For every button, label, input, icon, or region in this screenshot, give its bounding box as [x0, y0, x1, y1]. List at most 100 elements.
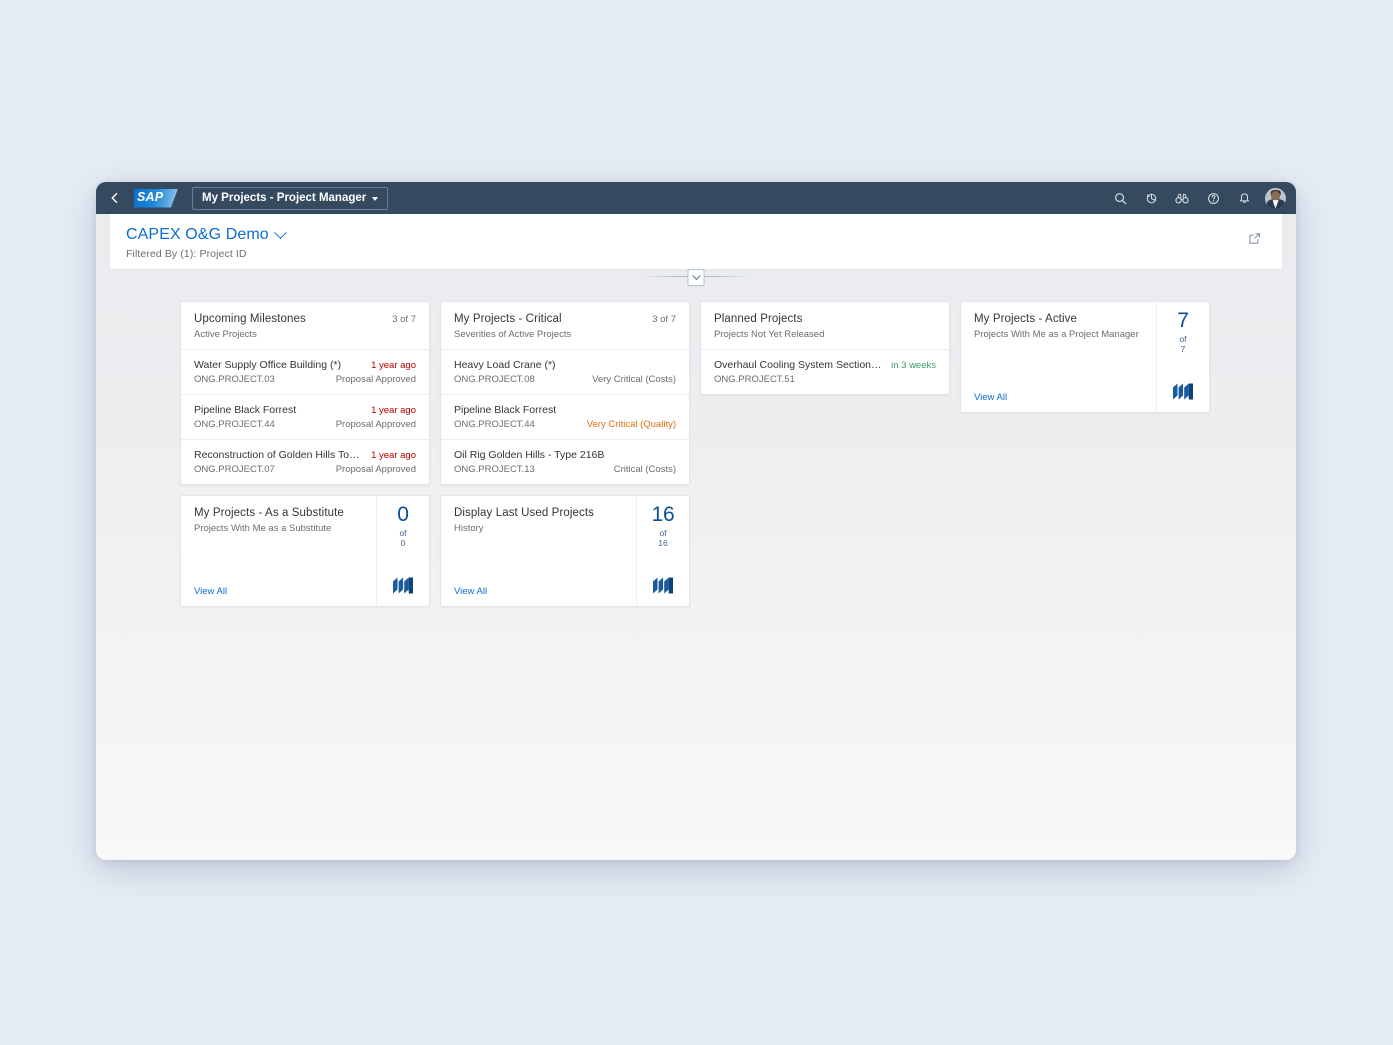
tile-my-projects-substitute[interactable]: My Projects - As a Substitute Projects W…: [180, 495, 430, 607]
list-item[interactable]: Overhaul Cooling System Section 2... in …: [701, 350, 949, 394]
list-item[interactable]: Pipeline Black Forrest 1 year ago ONG.PR…: [181, 395, 429, 440]
shell-bar: SAP My Projects - Project Manager: [96, 182, 1296, 214]
list-item-primary: Oil Rig Golden Hills - Type 216B: [454, 449, 676, 461]
sap-logo-text: SAP: [137, 189, 164, 204]
page-header-title-row: CAPEX O&G Demo Filtered By (1): Project …: [126, 225, 1266, 260]
list-item-primary: Pipeline Black Forrest: [454, 404, 676, 416]
due-label: 1 year ago: [371, 405, 416, 416]
tile-subtitle: History: [454, 523, 484, 534]
view-all-link[interactable]: View All: [454, 586, 487, 597]
tile-planned-projects[interactable]: Planned Projects Projects Not Yet Releas…: [700, 301, 950, 395]
tile-header: My Projects - Critical 3 of 7 Severities…: [441, 302, 689, 350]
avatar[interactable]: [1265, 187, 1286, 209]
app-title-menu[interactable]: My Projects - Project Manager: [192, 186, 389, 210]
project-id: ONG.PROJECT.44: [194, 419, 275, 430]
project-stack-icon: [392, 576, 414, 596]
tile-header-row: My Projects - Critical 3 of 7: [454, 313, 676, 325]
project-status: Proposal Approved: [335, 419, 416, 430]
tile-body: My Projects - Active Projects With Me as…: [961, 302, 1156, 412]
shell-actions: [1107, 185, 1286, 211]
tile-subtitle: Severities of Active Projects: [454, 329, 572, 340]
project-status: Proposal Approved: [335, 464, 416, 475]
tile-subtitle: Projects With Me as a Substitute: [194, 523, 332, 534]
dynamic-page-header: CAPEX O&G Demo Filtered By (1): Project …: [110, 214, 1282, 269]
project-name: Reconstruction of Golden Hills Towe...: [194, 449, 364, 461]
list-item[interactable]: Heavy Load Crane (*) ONG.PROJECT.08 Very…: [441, 350, 689, 395]
tile-kpi-panel: 16 of 16: [636, 496, 689, 606]
project-name: Water Supply Office Building (*): [194, 359, 342, 371]
kpi-of-label: of: [659, 528, 667, 538]
due-label: 1 year ago: [371, 450, 416, 461]
copilot-icon[interactable]: [1138, 185, 1164, 211]
view-all-link[interactable]: View All: [194, 586, 227, 597]
tile-title: Planned Projects: [714, 313, 803, 325]
tile-container: Upcoming Milestones 3 of 7 Active Projec…: [96, 285, 1296, 607]
tile-count: 3 of 7: [392, 314, 416, 325]
back-button[interactable]: [102, 185, 128, 211]
view-all-link[interactable]: View All: [974, 392, 1007, 403]
list-item[interactable]: Pipeline Black Forrest ONG.PROJECT.44 Ve…: [441, 395, 689, 440]
header-collapse-bar: [110, 269, 1282, 286]
tile-body: Display Last Used Projects History View …: [441, 496, 636, 606]
tile-header-row: Upcoming Milestones 3 of 7: [194, 313, 416, 325]
search-icon[interactable]: [1107, 185, 1133, 211]
list-item-secondary: ONG.PROJECT.51: [714, 374, 936, 385]
tile-kpi-panel: 0 of 0: [376, 496, 429, 606]
project-status: Very Critical (Quality): [586, 419, 676, 430]
list-item-primary: Heavy Load Crane (*): [454, 359, 676, 371]
page-title-selector[interactable]: CAPEX O&G Demo: [126, 225, 287, 244]
due-label: in 3 weeks: [891, 360, 936, 371]
project-id: ONG.PROJECT.03: [194, 374, 275, 385]
project-name: Heavy Load Crane (*): [454, 359, 556, 371]
kpi-value: 0: [397, 503, 409, 526]
project-id: ONG.PROJECT.44: [454, 419, 535, 430]
list-item-primary: Water Supply Office Building (*) 1 year …: [194, 359, 416, 371]
project-id: ONG.PROJECT.08: [454, 374, 535, 385]
kpi-total: of 0: [399, 528, 406, 549]
app-window: SAP My Projects - Project Manager CAPEX …: [96, 182, 1296, 860]
list-item-secondary: ONG.PROJECT.13 Critical (Costs): [454, 464, 676, 475]
help-icon[interactable]: [1200, 185, 1226, 211]
tile-my-projects-critical[interactable]: My Projects - Critical 3 of 7 Severities…: [440, 301, 690, 485]
project-name: Oil Rig Golden Hills - Type 216B: [454, 449, 605, 461]
project-status: Proposal Approved: [335, 374, 416, 385]
tile-body: My Projects - As a Substitute Projects W…: [181, 496, 376, 606]
project-stack-icon: [652, 576, 674, 596]
project-name: Pipeline Black Forrest: [194, 404, 297, 416]
tile-row-list: Heavy Load Crane (*) ONG.PROJECT.08 Very…: [441, 350, 689, 484]
due-label: 1 year ago: [371, 360, 416, 371]
kpi-total-value: 16: [658, 537, 668, 548]
list-item[interactable]: Reconstruction of Golden Hills Towe... 1…: [181, 440, 429, 484]
kpi-total: of 7: [1179, 334, 1187, 355]
tile-kpi-panel: 7 of 7: [1156, 302, 1209, 412]
tile-subtitle: Active Projects: [194, 329, 257, 340]
binoculars-icon[interactable]: [1169, 185, 1195, 211]
collapse-header-button[interactable]: [687, 269, 705, 286]
tile-subtitle: Projects Not Yet Released: [714, 329, 825, 340]
notification-bell-icon[interactable]: [1231, 185, 1257, 211]
tile-title: My Projects - Critical: [454, 313, 562, 325]
avatar-face: [1270, 191, 1281, 202]
list-item[interactable]: Water Supply Office Building (*) 1 year …: [181, 350, 429, 395]
chevron-down-icon: [372, 196, 379, 201]
tile-my-projects-active[interactable]: My Projects - Active Projects With Me as…: [960, 301, 1210, 413]
list-item-secondary: ONG.PROJECT.07 Proposal Approved: [194, 464, 416, 475]
tile-title: My Projects - As a Substitute: [194, 507, 344, 519]
kpi-of-label: of: [1179, 334, 1187, 344]
page-title: CAPEX O&G Demo: [126, 226, 269, 243]
list-item-primary: Overhaul Cooling System Section 2... in …: [714, 359, 936, 371]
tile-row-list: Overhaul Cooling System Section 2... in …: [701, 350, 949, 394]
tile-upcoming-milestones[interactable]: Upcoming Milestones 3 of 7 Active Projec…: [180, 301, 430, 485]
page-header-actions: [1242, 226, 1266, 250]
project-id: ONG.PROJECT.51: [714, 374, 795, 385]
tile-display-last-used-projects[interactable]: Display Last Used Projects History View …: [440, 495, 690, 607]
list-item-secondary: ONG.PROJECT.03 Proposal Approved: [194, 374, 416, 385]
project-name: Pipeline Black Forrest: [454, 404, 557, 416]
list-item-secondary: ONG.PROJECT.08 Very Critical (Costs): [454, 374, 676, 385]
list-item[interactable]: Oil Rig Golden Hills - Type 216B ONG.PRO…: [441, 440, 689, 484]
chevron-down-icon: [691, 271, 701, 280]
sap-logo[interactable]: SAP: [134, 188, 178, 208]
share-export-icon[interactable]: [1242, 226, 1266, 250]
kpi-total-value: 7: [1180, 343, 1186, 354]
list-item-primary: Reconstruction of Golden Hills Towe... 1…: [194, 449, 416, 461]
